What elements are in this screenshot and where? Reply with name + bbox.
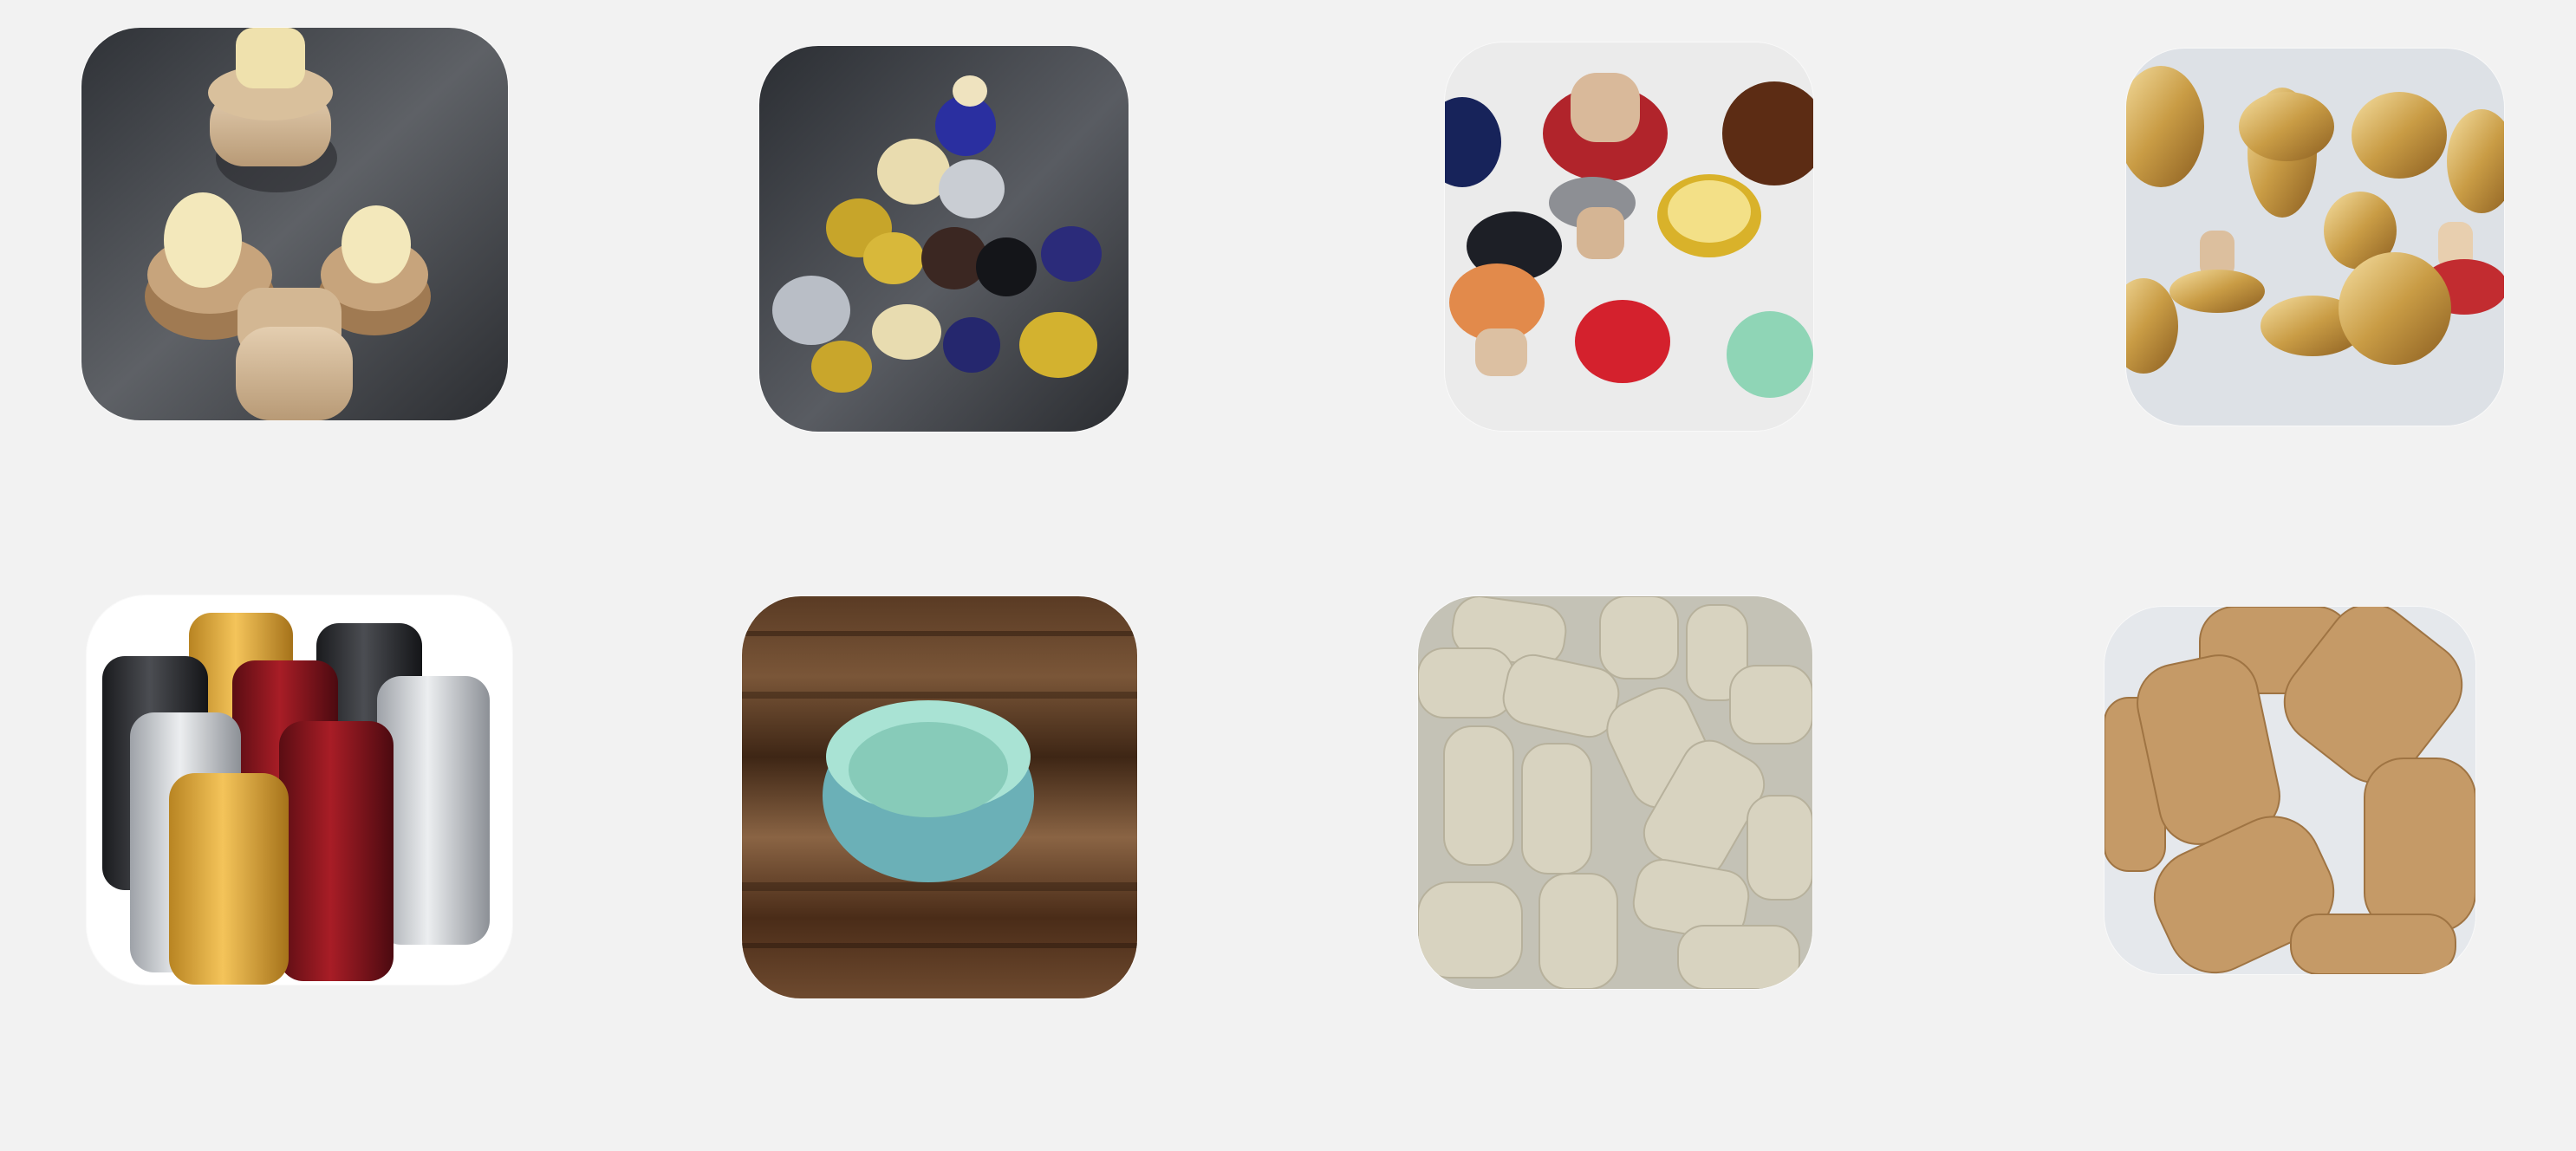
colored-cap-synthetic-corks-photo [1445, 42, 1813, 431]
product-image-mint-plastic-cap-on-wood[interactable] [742, 596, 1137, 998]
metal-cap-bar-top-stoppers-photo [759, 46, 1129, 432]
product-image-gallery [0, 0, 2576, 1151]
product-image-natural-cork-pile[interactable] [1418, 596, 1812, 989]
gold-zamak-decorative-stoppers-photo [2126, 49, 2504, 426]
product-image-aluminum-screw-caps[interactable] [87, 595, 512, 985]
agglomerated-cork-stoppers-photo [2104, 607, 2475, 974]
product-image-colored-cap-synthetic-corks[interactable] [1445, 42, 1813, 431]
wooden-t-top-corks-photo [81, 28, 508, 420]
aluminum-screw-caps-photo [87, 595, 512, 985]
mint-plastic-cap-on-wood-photo [742, 596, 1137, 998]
product-image-gold-zamak-decorative-stoppers[interactable] [2126, 49, 2504, 426]
product-image-agglomerated-cork-stoppers[interactable] [2104, 607, 2475, 974]
natural-cork-pile-photo [1418, 596, 1812, 989]
product-image-metal-cap-bar-top-stoppers[interactable] [759, 46, 1129, 432]
product-image-wooden-t-top-corks[interactable] [81, 28, 508, 420]
